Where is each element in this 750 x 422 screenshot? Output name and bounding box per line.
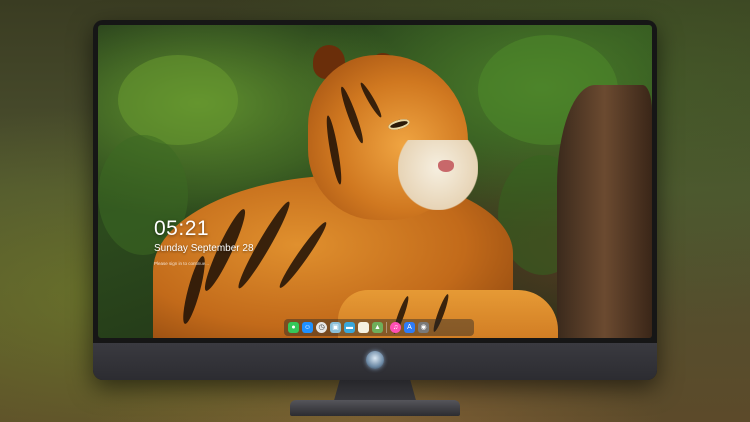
- tiger-muzzle: [398, 140, 478, 210]
- finder-icon[interactable]: ☺: [302, 322, 313, 333]
- alien-logo-icon: [366, 351, 384, 369]
- monitor: 05:21 Sunday September 28 Please sign in…: [93, 20, 657, 380]
- monitor-stand-base: [290, 400, 460, 416]
- notes-icon[interactable]: [358, 322, 369, 333]
- lock-clock: 05:21: [154, 217, 210, 240]
- app-store-icon[interactable]: A: [404, 322, 415, 333]
- itunes-icon[interactable]: ♫: [390, 322, 401, 333]
- dock-separator: [386, 322, 387, 333]
- maps-icon[interactable]: ▲: [372, 322, 383, 333]
- tree-trunk: [557, 85, 652, 338]
- clapper-icon[interactable]: ▬: [344, 322, 355, 333]
- lock-hint: Please sign in to continue...: [154, 261, 210, 266]
- monitor-chin: [93, 343, 657, 380]
- photos-icon[interactable]: ▣: [330, 322, 341, 333]
- lock-date: Sunday September 28: [154, 243, 254, 254]
- tiger-nose: [438, 160, 454, 172]
- dock: ● ☺ ◷ ▣ ▬ ▲ ♫ A ◉: [284, 319, 474, 336]
- lock-screen[interactable]: 05:21 Sunday September 28 Please sign in…: [98, 25, 652, 338]
- foliage: [118, 55, 238, 145]
- page-backdrop: { "lockscreen": { "time": "05:21", "date…: [0, 0, 750, 422]
- clock-icon[interactable]: ◷: [316, 322, 327, 333]
- messages-icon[interactable]: ●: [288, 322, 299, 333]
- camera-icon[interactable]: ◉: [418, 322, 429, 333]
